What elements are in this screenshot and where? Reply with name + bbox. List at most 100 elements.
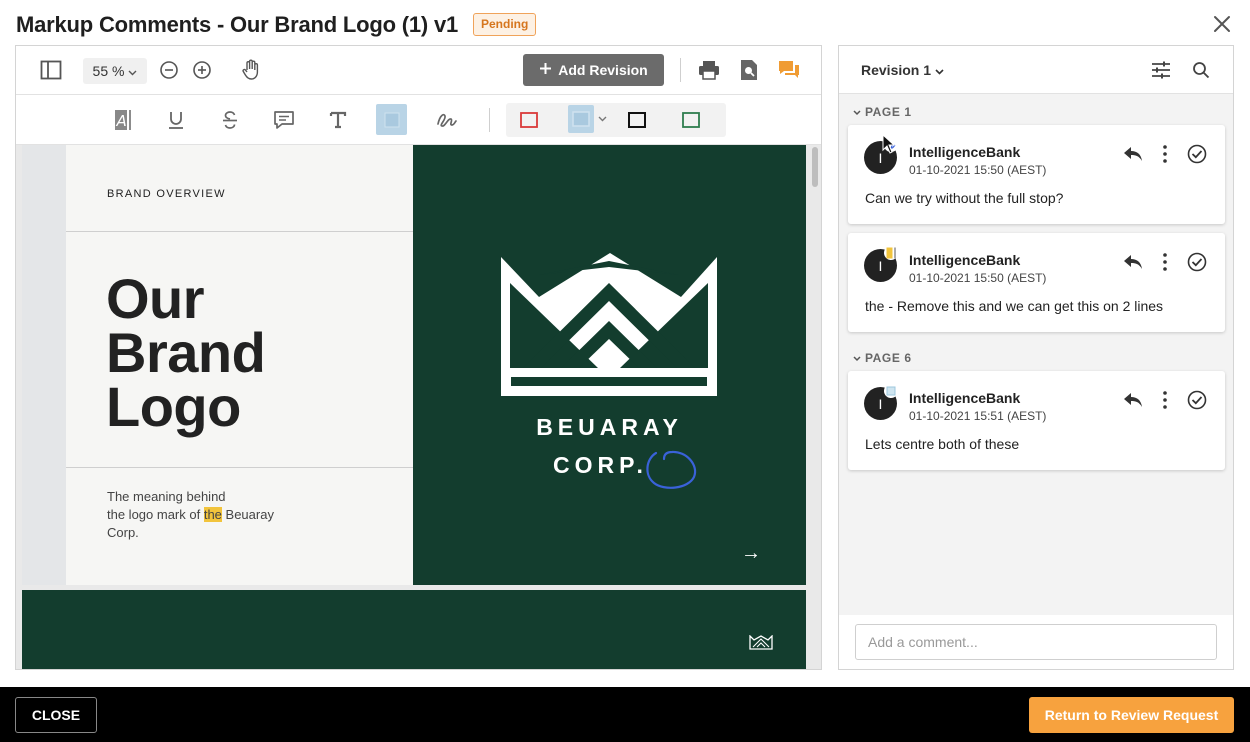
comment-card[interactable]: I IntelligenceBank 01-10-2021 15:51 (AES… xyxy=(848,371,1225,470)
chevron-down-icon xyxy=(128,63,137,79)
comment-text: Lets centre both of these xyxy=(865,436,1020,452)
more-options-icon[interactable] xyxy=(1154,389,1176,411)
green-rectangle-icon[interactable] xyxy=(677,106,705,134)
divider-line xyxy=(66,467,413,468)
underline-icon[interactable] xyxy=(162,106,190,134)
sticky-note-icon[interactable] xyxy=(270,106,298,134)
comment-author: IntelligenceBank xyxy=(909,144,1021,160)
modal-header: Markup Comments - Our Brand Logo (1) v1 … xyxy=(0,0,1250,46)
close-button[interactable]: CLOSE xyxy=(15,697,97,733)
chevron-down-icon xyxy=(853,110,861,116)
resolve-check-icon[interactable] xyxy=(1186,389,1208,411)
rectangle-highlight-icon[interactable] xyxy=(376,104,407,135)
scrollbar[interactable] xyxy=(812,147,818,187)
comments-header: Revision 1 xyxy=(839,46,1233,94)
comments-toggle-icon[interactable] xyxy=(775,56,803,84)
divider-line xyxy=(66,231,413,232)
revision-label: Revision 1 xyxy=(861,62,932,78)
toolbar-divider xyxy=(489,108,490,132)
close-icon[interactable] xyxy=(1210,12,1234,36)
filter-sliders-icon[interactable] xyxy=(1147,56,1175,84)
svg-text:A: A xyxy=(116,112,127,130)
page-section-label: PAGE 6 xyxy=(864,351,912,365)
strikethrough-icon[interactable] xyxy=(216,106,244,134)
logo-wordmark-line: CORP. xyxy=(553,452,648,478)
viewer-toolbar: 55 % Add Revision xyxy=(16,46,821,95)
page-section-header[interactable]: PAGE 6 xyxy=(853,351,912,365)
comment-card[interactable]: I IntelligenceBank 01-10-2021 15:50 (AES… xyxy=(848,233,1225,332)
freehand-draw-icon[interactable] xyxy=(433,106,461,134)
comment-author: IntelligenceBank xyxy=(909,252,1021,268)
meaning-text-post: Beuaray xyxy=(221,507,274,522)
comment-timestamp: 01-10-2021 15:51 (AEST) xyxy=(909,409,1047,423)
status-badge: Pending xyxy=(473,13,537,36)
more-options-icon[interactable] xyxy=(1154,143,1176,165)
highlight-text-icon[interactable]: A xyxy=(109,106,137,134)
mouse-cursor-icon xyxy=(882,134,896,154)
toolbar-divider xyxy=(680,58,681,82)
title-line: Brand xyxy=(106,321,266,384)
page-section-label: PAGE 1 xyxy=(864,105,912,119)
section-label: BRAND OVERVIEW xyxy=(107,188,226,200)
annotation-toolbar: A xyxy=(16,95,821,145)
rectangle-type-icon xyxy=(884,384,898,398)
revision-select[interactable]: Revision 1 xyxy=(861,62,944,78)
document-title: Our Brand Logo xyxy=(106,267,266,435)
meaning-line: the logo mark of the Beuaray xyxy=(107,506,307,524)
chevron-down-icon[interactable] xyxy=(594,105,610,133)
page-left-panel: BRAND OVERVIEW Our Brand Logo The meanin… xyxy=(66,145,413,585)
comment-text: Can we try without the full stop? xyxy=(865,190,1064,206)
page-title: Markup Comments - Our Brand Logo (1) v1 xyxy=(16,12,459,37)
resolve-check-icon[interactable] xyxy=(1186,143,1208,165)
document-canvas[interactable]: BRAND OVERVIEW Our Brand Logo The meanin… xyxy=(16,145,821,669)
comment-timestamp: 01-10-2021 15:50 (AEST) xyxy=(909,163,1047,177)
zoom-value: 55 % xyxy=(92,63,125,79)
reply-icon[interactable] xyxy=(1122,251,1144,273)
logo-wordmark-line: BEUARAY xyxy=(536,414,683,440)
highlight-type-icon xyxy=(884,246,898,260)
reply-icon[interactable] xyxy=(1122,389,1144,411)
sidebar-toggle-icon[interactable] xyxy=(37,56,65,84)
markup-comments-app: Markup Comments - Our Brand Logo (1) v1 … xyxy=(0,0,1250,742)
blue-rectangle-icon[interactable] xyxy=(568,105,594,133)
add-revision-button[interactable]: Add Revision xyxy=(523,54,664,86)
modal-footer: CLOSE Return to Review Request xyxy=(0,687,1250,742)
comment-input[interactable] xyxy=(855,624,1217,660)
title-line: Our xyxy=(106,267,205,330)
chevron-down-icon xyxy=(935,62,944,78)
logo-panel: BEUARAY CORP. → xyxy=(413,145,806,585)
zoom-out-icon[interactable] xyxy=(155,56,183,84)
crown-logo-small xyxy=(749,635,773,650)
comment-timestamp: 01-10-2021 15:50 (AEST) xyxy=(909,271,1047,285)
document-viewer: 55 % Add Revision A BRAND OVERVIEW Our B… xyxy=(15,45,822,670)
chevron-down-icon xyxy=(853,356,861,362)
black-rectangle-icon[interactable] xyxy=(623,106,651,134)
page-margin-strip xyxy=(22,145,66,585)
meaning-text: The meaning behind the logo mark of the … xyxy=(107,488,307,542)
zoom-select[interactable]: 55 % xyxy=(83,58,147,84)
next-page-arrow[interactable]: → xyxy=(741,542,761,565)
meaning-text-pre: the logo mark of xyxy=(107,507,204,522)
search-icon[interactable] xyxy=(1187,56,1215,84)
document-page: BRAND OVERVIEW Our Brand Logo The meanin… xyxy=(22,145,806,585)
meaning-line: Corp. xyxy=(107,525,139,540)
freehand-circle-annotation[interactable] xyxy=(642,445,698,491)
red-rectangle-icon[interactable] xyxy=(515,106,543,134)
resolve-check-icon[interactable] xyxy=(1186,251,1208,273)
plus-icon xyxy=(539,62,552,78)
highlighted-word[interactable]: the xyxy=(203,507,222,522)
meaning-line: The meaning behind xyxy=(107,489,226,504)
add-revision-label: Add Revision xyxy=(558,62,648,78)
zoom-in-icon[interactable] xyxy=(188,56,216,84)
return-to-review-request-button[interactable]: Return to Review Request xyxy=(1029,697,1234,733)
pan-hand-icon[interactable] xyxy=(237,56,265,84)
comment-card[interactable]: I IntelligenceBank 01-10-2021 15:50 (AES… xyxy=(848,125,1225,224)
more-options-icon[interactable] xyxy=(1154,251,1176,273)
print-icon[interactable] xyxy=(695,56,723,84)
comment-composer xyxy=(839,615,1233,669)
search-document-icon[interactable] xyxy=(735,56,763,84)
text-tool-icon[interactable] xyxy=(324,106,352,134)
page-section-header[interactable]: PAGE 1 xyxy=(853,105,912,119)
reply-icon[interactable] xyxy=(1122,143,1144,165)
document-page xyxy=(22,590,806,669)
